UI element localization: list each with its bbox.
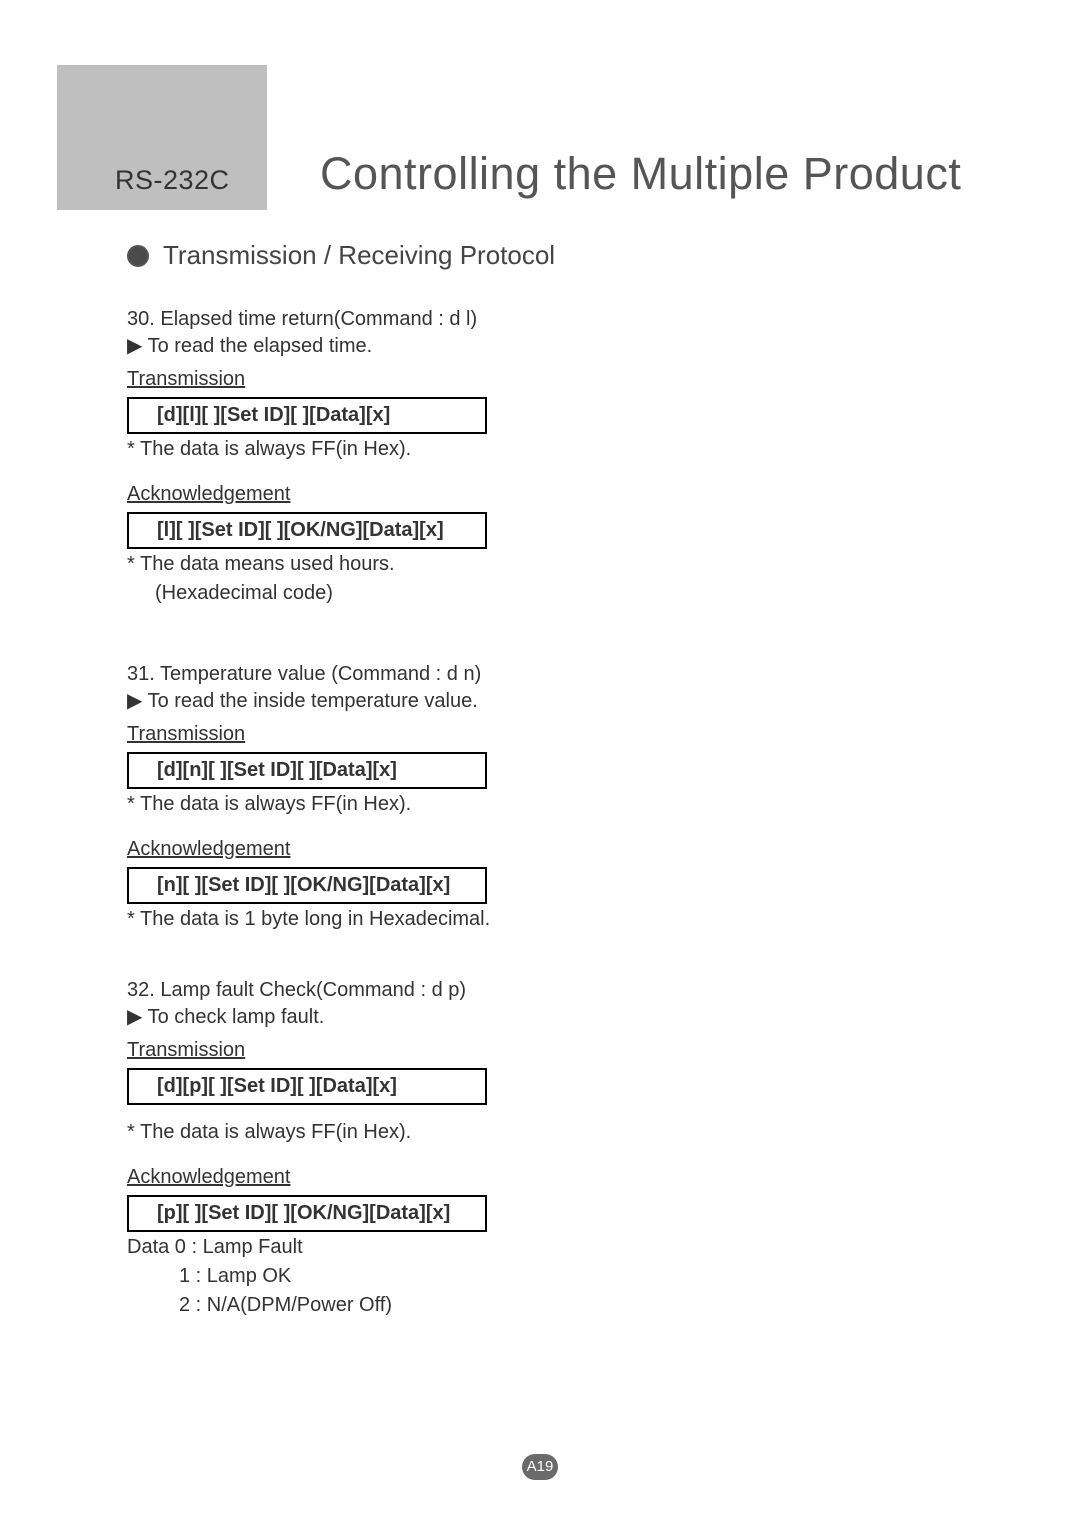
cmd-30-tx-code: [d][l][ ][Set ID][ ][Data][x]	[127, 397, 487, 434]
cmd-30-title: 30. Elapsed time return(Command : d l)	[127, 306, 927, 333]
cmd-32-ack-code: [p][ ][Set ID][ ][OK/NG][Data][x]	[127, 1195, 487, 1232]
cmd-31-ack-label: Acknowledgement	[127, 836, 290, 863]
cmd-32-title: 32. Lamp fault Check(Command : d p)	[127, 977, 927, 1004]
cmd-30-tx-label: Transmission	[127, 366, 245, 393]
cmd-30-ack-code: [l][ ][Set ID][ ][OK/NG][Data][x]	[127, 512, 487, 549]
cmd-32-ack-note1: Data 0 : Lamp Fault	[127, 1234, 927, 1261]
header-title: Controlling the Multiple Product	[320, 148, 961, 200]
cmd-31-ack-note1: * The data is 1 byte long in Hexadecimal…	[127, 906, 927, 933]
cmd-32-tx-label: Transmission	[127, 1037, 245, 1064]
page: RS-232C Controlling the Multiple Product…	[0, 0, 1080, 1530]
cmd-31-title: 31. Temperature value (Command : d n)	[127, 661, 927, 688]
cmd-30-ack-label: Acknowledgement	[127, 481, 290, 508]
cmd-30-ack-note2: (Hexadecimal code)	[155, 580, 927, 607]
cmd-30-desc: To read the elapsed time.	[127, 333, 927, 360]
cmd-32-ack-note3: 2 : N/A(DPM/Power Off)	[179, 1292, 927, 1319]
cmd-31-ack-code: [n][ ][Set ID][ ][OK/NG][Data][x]	[127, 867, 487, 904]
cmd-32-ack-label: Acknowledgement	[127, 1164, 290, 1191]
content-area: 30. Elapsed time return(Command : d l) T…	[127, 300, 927, 1319]
page-number-badge: A19	[522, 1454, 558, 1480]
cmd-30-tx-note: * The data is always FF(in Hex).	[127, 436, 927, 463]
section-header: Transmission / Receiving Protocol	[127, 240, 555, 271]
cmd-31-desc: To read the inside temperature value.	[127, 688, 927, 715]
cmd-32-ack-note2: 1 : Lamp OK	[179, 1263, 927, 1290]
cmd-32-tx-code: [d][p][ ][Set ID][ ][Data][x]	[127, 1068, 487, 1105]
section-title: Transmission / Receiving Protocol	[163, 240, 555, 271]
bullet-icon	[127, 245, 149, 267]
header-label: RS-232C	[115, 165, 230, 196]
cmd-32-desc: To check lamp fault.	[127, 1004, 927, 1031]
cmd-31-tx-code: [d][n][ ][Set ID][ ][Data][x]	[127, 752, 487, 789]
cmd-30-ack-note1: * The data means used hours.	[127, 551, 927, 578]
cmd-32-tx-note: * The data is always FF(in Hex).	[127, 1119, 927, 1146]
cmd-31-tx-label: Transmission	[127, 721, 245, 748]
cmd-31-tx-note: * The data is always FF(in Hex).	[127, 791, 927, 818]
